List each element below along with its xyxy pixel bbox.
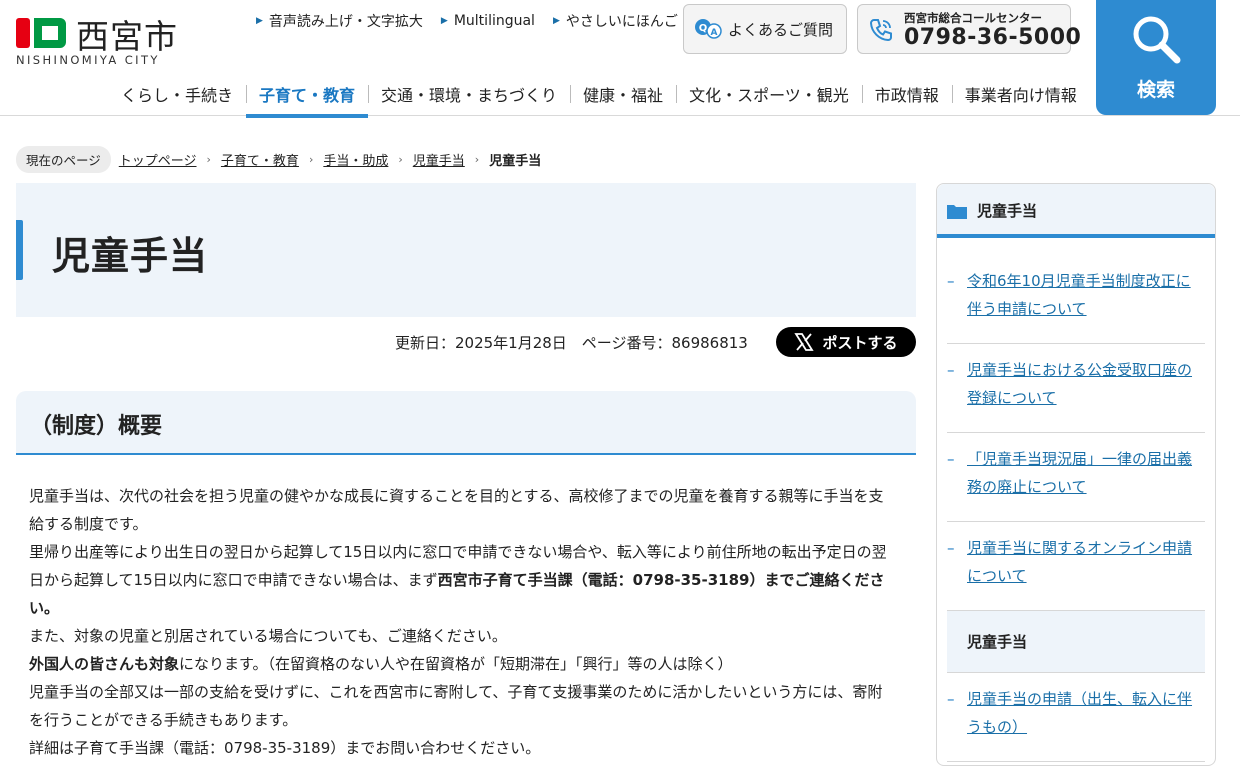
triangle-icon: ▶ [256, 16, 263, 26]
post-label: ポストする [822, 333, 898, 352]
util-link-easy-japanese[interactable]: ▶ やさしいにほんご [553, 11, 678, 31]
page-meta: 更新日：2025年1月28日 ページ番号：86986813 [395, 334, 748, 352]
breadcrumb-current-page: 児童手当 [489, 153, 542, 169]
utility-links: ▶ 音声読み上げ・文字拡大 ▶ Multilingual ▶ やさしいにほんご [256, 11, 678, 31]
sidebar-item[interactable]: 令和6年10月児童手当制度改正に伴う申請について [947, 255, 1205, 344]
faq-label: よくあるご質問 [728, 20, 834, 39]
site-logo[interactable]: 西宮市 NISHINOMIYA CITY [16, 14, 186, 70]
chevron-right-icon: › [308, 152, 314, 166]
sidebar-link[interactable]: 児童手当の申請（出生、転入に伴うもの） [967, 690, 1192, 736]
faq-button[interactable]: Q A よくあるご質問 [683, 4, 847, 54]
paragraph: 里帰り出産等により出生日の翌日から起算して15日以内に窓口で申請できない場合や、… [29, 538, 897, 622]
sidebar-link[interactable]: 令和6年10月児童手当制度改正に伴う申請について [967, 272, 1191, 318]
search-icon [1133, 16, 1181, 64]
triangle-icon: ▶ [440, 16, 448, 26]
sidebar: 児童手当 令和6年10月児童手当制度改正に伴う申請について 児童手当における公金… [936, 183, 1216, 766]
breadcrumb-current-label: 現在のページ [16, 145, 111, 173]
phone-icon [869, 19, 892, 42]
nav-item-city-info[interactable]: 市政情報 [861, 76, 952, 116]
sidebar-item[interactable]: 児童手当に関するオンライン申請について [947, 522, 1205, 611]
util-link-label: やさしいにほんご [565, 14, 678, 30]
util-link-multilingual[interactable]: ▶ Multilingual [441, 11, 535, 31]
sidebar-link[interactable]: 児童手当に関するオンライン申請について [967, 539, 1192, 585]
nav-item-transport-environment[interactable]: 交通・環境・まちづくり [368, 76, 570, 116]
breadcrumb-link-allowance[interactable]: 手当・助成 [323, 150, 388, 169]
call-center-number: 0798-36-5000 [904, 25, 1082, 50]
breadcrumb: 現在のページ トップページ › 子育て・教育 › 手当・助成 › 児童手当 › … [16, 145, 542, 173]
nav-item-health-welfare[interactable]: 健康・福祉 [570, 76, 676, 116]
paragraph: 児童手当の全部又は一部の支給を受けずに、これを西宮市に寄附して、子育て支援事業の… [29, 683, 883, 729]
search-button[interactable]: 検索 [1096, 0, 1216, 115]
breadcrumb-link-childcare[interactable]: 子育て・教育 [221, 150, 299, 169]
util-link-label: 音声読み上げ・文字拡大 [268, 14, 423, 30]
chevron-right-icon: › [474, 152, 480, 166]
global-nav: くらし・手続き 子育て・教育 交通・環境・まちづくり 健康・福祉 文化・スポーツ… [108, 76, 1090, 118]
logo-text-jp: 西宮市 [76, 17, 178, 56]
x-logo-icon [794, 333, 815, 351]
triangle-icon: ▶ [552, 16, 560, 26]
section-title: （制度）概要 [30, 414, 163, 439]
breadcrumb-link-child-allowance[interactable]: 児童手当 [413, 150, 465, 169]
paragraph: 外国人の皆さんも対象になります。（在留資格のない人や在留資格が「短期滞在」「興行… [29, 650, 897, 678]
text-span: になります。（在留資格のない人や在留資格が「短期滞在」「興行」等の人は除く） [179, 655, 733, 673]
title-accent-bar [16, 220, 23, 280]
site-header: 西宮市 NISHINOMIYA CITY ▶ 音声読み上げ・文字拡大 ▶ Multi… [0, 0, 1240, 118]
emphasis-text: 外国人の皆さんも対象 [29, 655, 180, 673]
nav-item-business[interactable]: 事業者向け情報 [951, 76, 1090, 116]
sidebar-item[interactable]: 児童手当における公金受取口座の登録について [947, 344, 1205, 433]
post-to-x-button[interactable]: ポストする [776, 327, 916, 357]
call-center-button[interactable]: 西宮市総合コールセンター 0798-36-5000 [857, 4, 1081, 54]
paragraph: 児童手当は、次代の社会を担う児童の健やかな成長に資することを目的とする、高校修了… [29, 487, 884, 533]
svg-text:Q: Q [699, 23, 708, 34]
sidebar-link[interactable]: 「児童手当現況届」一律の届出義務の廃止について [967, 450, 1192, 496]
logo-text-en: NISHINOMIYA CITY [16, 53, 160, 67]
section-heading-box: （制度）概要 [16, 391, 916, 455]
paragraph: 詳細は子育て手当課（電話：0798-35-3189）までお問い合わせください。 [29, 739, 541, 757]
search-label: 検索 [1136, 79, 1175, 101]
sidebar-current-label: 児童手当 [967, 633, 1028, 651]
sidebar-list: 令和6年10月児童手当制度改正に伴う申請について 児童手当における公金受取口座の… [947, 255, 1205, 762]
page-title-box: 児童手当 [16, 183, 916, 317]
nav-item-childcare-education[interactable]: 子育て・教育 [246, 76, 369, 118]
article-body: 児童手当は、次代の社会を担う児童の健やかな成長に資することを目的とする、高校修了… [29, 482, 897, 762]
chevron-right-icon: › [206, 152, 211, 166]
city-emblem-icon [16, 18, 66, 48]
call-center-label: 西宮市総合コールセンター [904, 11, 1042, 25]
sidebar-link[interactable]: 児童手当における公金受取口座の登録について [967, 361, 1192, 407]
chevron-right-icon: › [398, 152, 403, 166]
nav-item-culture-sports[interactable]: 文化・スポーツ・観光 [676, 76, 862, 116]
sidebar-item[interactable]: 児童手当の申請（出生、転入に伴うもの） [947, 673, 1205, 762]
svg-text:A: A [711, 28, 718, 38]
sidebar-item[interactable]: 「児童手当現況届」一律の届出義務の廃止について [947, 433, 1205, 522]
sidebar-item-current: 児童手当 [947, 611, 1205, 673]
util-link-label: Multilingual [453, 13, 535, 29]
nav-item-living[interactable]: くらし・手続き [108, 76, 246, 116]
page-title: 児童手当 [52, 234, 209, 278]
paragraph: また、対象の児童と別居されている場合についても、ご連絡ください。 [29, 627, 507, 645]
util-link-accessibility[interactable]: ▶ 音声読み上げ・文字拡大 [256, 11, 423, 31]
sidebar-title: 児童手当 [977, 202, 1038, 220]
qa-bubble-icon: Q A [695, 19, 722, 39]
sidebar-header: 児童手当 [937, 184, 1215, 238]
breadcrumb-link-top[interactable]: トップページ [119, 150, 197, 169]
folder-icon [947, 205, 967, 219]
